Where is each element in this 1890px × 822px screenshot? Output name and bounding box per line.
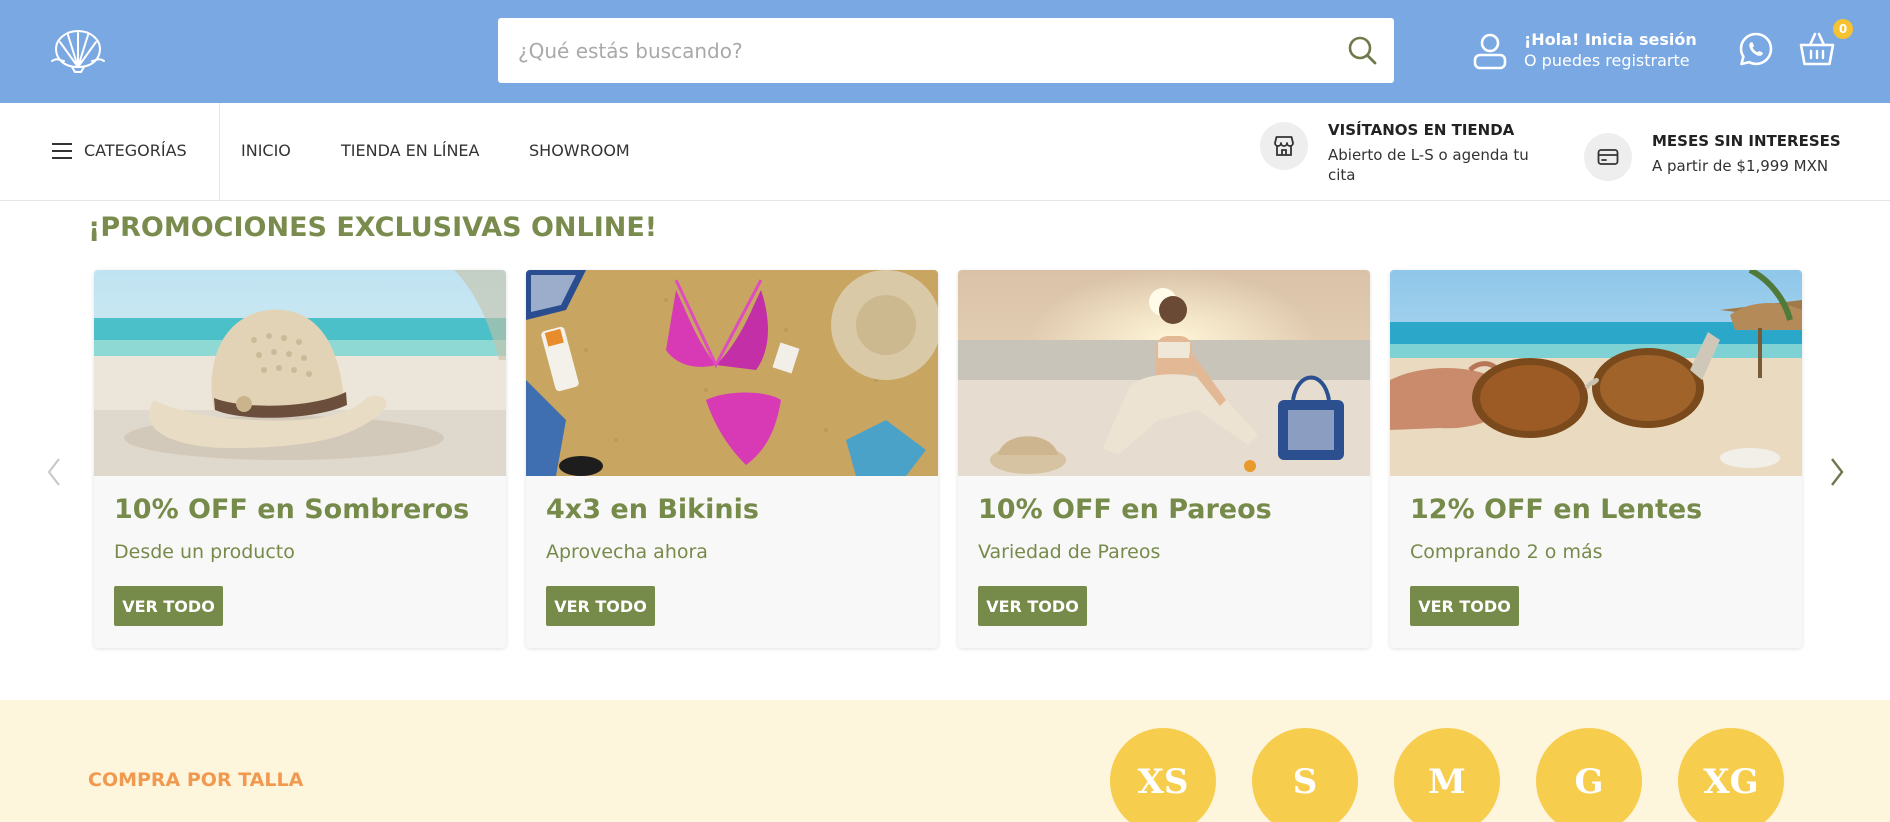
sunglasses-beach-image — [1390, 270, 1802, 476]
nav-link-inicio[interactable]: INICIO — [241, 141, 291, 160]
promo-card-title: 12% OFF en Lentes — [1410, 494, 1703, 525]
cart-count-badge: 0 — [1833, 19, 1853, 39]
categories-label: CATEGORÍAS — [84, 141, 187, 160]
hamburger-menu-icon — [52, 143, 72, 159]
nav-link-showroom[interactable]: SHOWROOM — [529, 141, 630, 160]
ver-todo-button[interactable]: VER TODO — [978, 586, 1087, 626]
ver-todo-button[interactable]: VER TODO — [546, 586, 655, 626]
size-option-g[interactable]: G — [1536, 728, 1642, 822]
size-label: XS — [1137, 762, 1189, 802]
nav-link-tienda-en-linea[interactable]: TIENDA EN LÍNEA — [341, 141, 479, 160]
promotions-heading: ¡PROMOCIONES EXCLUSIVAS ONLINE! — [88, 212, 658, 243]
top-header-bar: ¡Hola! Inicia sesión O puedes registrart… — [0, 0, 1890, 103]
promo-card-hats[interactable]: 10% OFF en Sombreros Desde un producto V… — [94, 270, 506, 648]
installments-info: MESES SIN INTERESES A partir de $1,999 M… — [1584, 129, 1864, 199]
visit-store-title: VISÍTANOS EN TIENDA — [1328, 121, 1515, 139]
categories-menu-button[interactable]: CATEGORÍAS — [52, 103, 220, 201]
store-icon — [1260, 122, 1308, 170]
whatsapp-icon[interactable] — [1738, 31, 1774, 67]
promo-card-sunglasses[interactable]: 12% OFF en Lentes Comprando 2 o más VER … — [1390, 270, 1802, 648]
login-link[interactable]: ¡Hola! Inicia sesión O puedes registrart… — [1472, 28, 1702, 74]
cart-basket-icon[interactable] — [1798, 30, 1836, 68]
credit-card-icon — [1584, 133, 1632, 181]
promo-card-title: 4x3 en Bikinis — [546, 494, 759, 525]
search-bar — [498, 18, 1394, 83]
size-label: XG — [1703, 762, 1759, 802]
shell-logo-icon[interactable] — [50, 27, 106, 73]
visit-store-info[interactable]: VISÍTANOS EN TIENDA Abierto de L-S o age… — [1260, 118, 1550, 188]
promo-card-bikinis[interactable]: 4x3 en Bikinis Aprovecha ahora VER TODO — [526, 270, 938, 648]
size-option-xs[interactable]: XS — [1110, 728, 1216, 822]
promo-card-subtitle: Variedad de Pareos — [978, 541, 1161, 563]
register-text: O puedes registrarte — [1524, 51, 1690, 70]
search-icon[interactable] — [1346, 34, 1378, 66]
straw-hat-beach-image — [94, 270, 506, 476]
promo-card-title: 10% OFF en Pareos — [978, 494, 1272, 525]
bikini-on-sand-image — [526, 270, 938, 476]
user-icon — [1473, 33, 1507, 70]
carousel-next-arrow-icon[interactable] — [1825, 455, 1849, 489]
size-option-s[interactable]: S — [1252, 728, 1358, 822]
size-label: G — [1574, 762, 1604, 802]
installments-title: MESES SIN INTERESES — [1652, 132, 1841, 150]
ver-todo-button[interactable]: VER TODO — [1410, 586, 1519, 626]
promo-card-subtitle: Aprovecha ahora — [546, 541, 708, 563]
size-option-xg[interactable]: XG — [1678, 728, 1784, 822]
shop-by-size-section: COMPRA POR TALLA XS S M G XG — [0, 700, 1890, 822]
woman-beach-pareo-image — [958, 270, 1370, 476]
search-input[interactable] — [498, 18, 1318, 83]
installments-text: A partir de $1,999 MXN — [1652, 157, 1829, 175]
main-navigation: CATEGORÍAS INICIO TIENDA EN LÍNEA SHOWRO… — [0, 103, 1890, 201]
promo-card-title: 10% OFF en Sombreros — [114, 494, 470, 525]
promo-card-subtitle: Desde un producto — [114, 541, 295, 563]
visit-store-text: Abierto de L-S o agenda tu cita — [1328, 146, 1529, 184]
promo-card-subtitle: Comprando 2 o más — [1410, 541, 1603, 563]
ver-todo-button[interactable]: VER TODO — [114, 586, 223, 626]
size-label: M — [1428, 762, 1466, 802]
login-greeting: ¡Hola! Inicia sesión — [1524, 30, 1697, 49]
size-label: S — [1292, 762, 1318, 802]
promo-card-pareos[interactable]: 10% OFF en Pareos Variedad de Pareos VER… — [958, 270, 1370, 648]
shop-by-size-title: COMPRA POR TALLA — [88, 769, 304, 791]
carousel-prev-arrow-icon[interactable] — [42, 455, 66, 489]
size-option-m[interactable]: M — [1394, 728, 1500, 822]
